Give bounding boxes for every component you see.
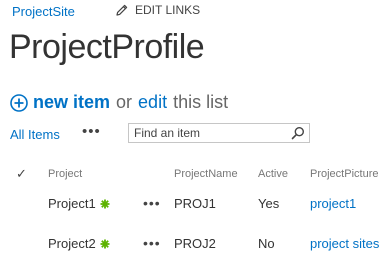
new-item-badge-icon: [100, 239, 110, 249]
active-cell: No: [258, 236, 275, 251]
project-picture-link[interactable]: project sites: [310, 236, 379, 251]
select-all-checkmark[interactable]: ✓: [16, 166, 27, 182]
pencil-icon: [116, 4, 128, 16]
item-menu-button[interactable]: •••: [143, 235, 161, 251]
command-bar: new item or edit this list: [10, 92, 228, 113]
site-link[interactable]: ProjectSite: [12, 4, 75, 19]
table-row-project-cell[interactable]: Project2: [48, 236, 110, 251]
plus-circle-icon[interactable]: [10, 93, 28, 112]
project-title-link[interactable]: Project2: [48, 236, 96, 251]
edit-links-button[interactable]: EDIT LINKS: [116, 3, 200, 17]
column-header-active[interactable]: Active: [258, 168, 288, 180]
project-name-cell: PROJ2: [174, 236, 216, 251]
table-row-project-cell[interactable]: Project1: [48, 196, 110, 211]
this-list-text: this list: [173, 92, 229, 112]
project-name-cell: PROJ1: [174, 196, 216, 211]
view-more-button[interactable]: •••: [82, 123, 101, 140]
or-text: or: [116, 92, 133, 112]
active-cell: Yes: [258, 196, 280, 211]
column-header-projectname[interactable]: ProjectName: [174, 168, 238, 180]
project-title-link[interactable]: Project1: [48, 196, 96, 211]
new-item-badge-icon: [100, 199, 110, 209]
search-icon[interactable]: [291, 126, 305, 140]
search-input[interactable]: [129, 124, 294, 142]
edit-links-label: EDIT LINKS: [135, 3, 201, 17]
page-title: ProjectProfile: [9, 28, 205, 66]
project-picture-link[interactable]: project1: [310, 196, 356, 211]
column-header-project[interactable]: Project: [48, 168, 82, 180]
edit-list-link[interactable]: edit: [138, 92, 167, 113]
item-menu-button[interactable]: •••: [143, 195, 161, 211]
search-box: [128, 123, 310, 143]
new-item-link[interactable]: new item: [33, 92, 110, 113]
view-all-items-link[interactable]: All Items: [10, 127, 60, 142]
column-header-projectpicture[interactable]: ProjectPicture: [310, 168, 378, 180]
